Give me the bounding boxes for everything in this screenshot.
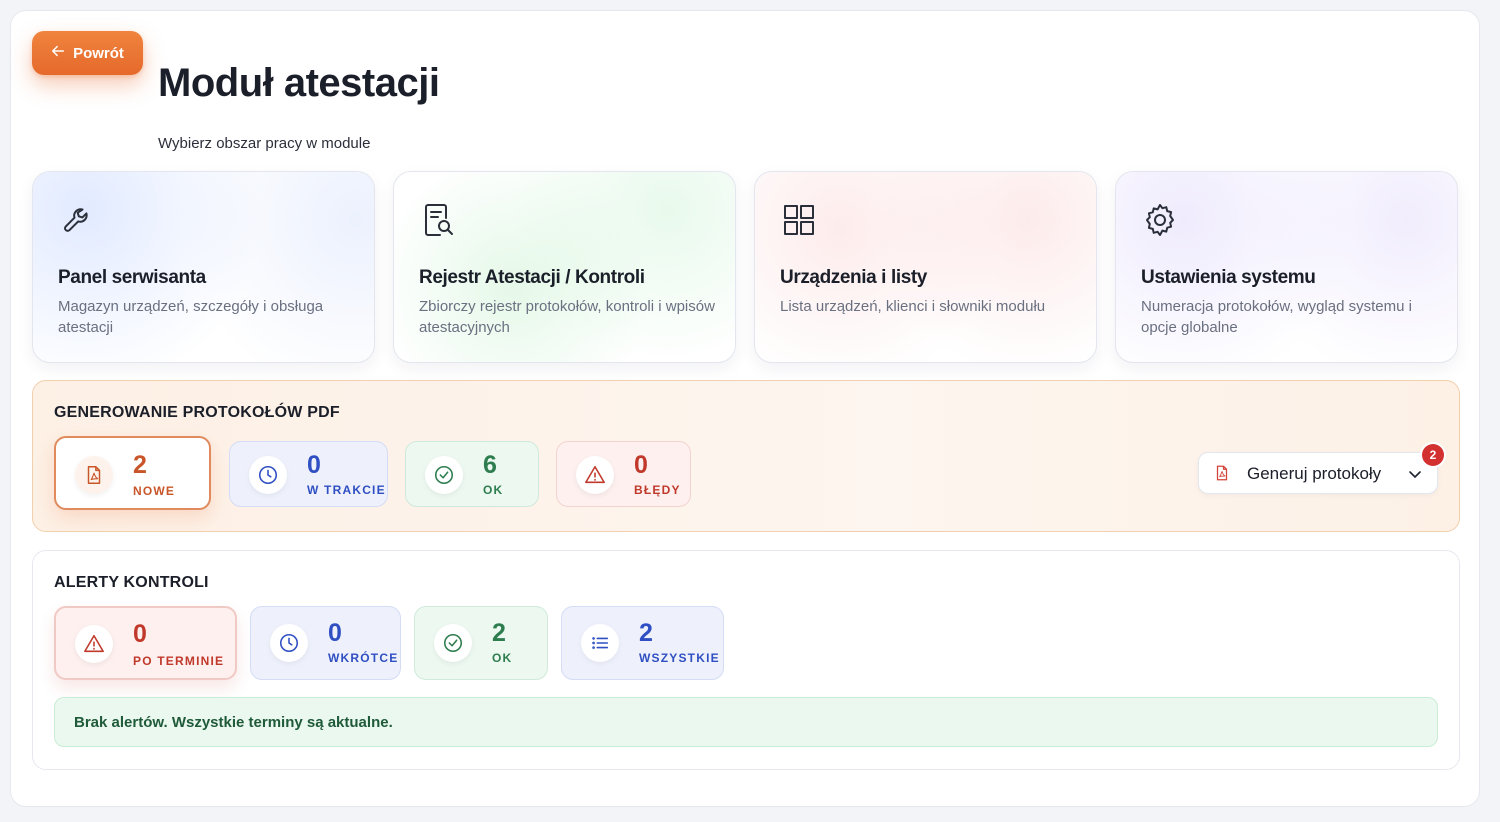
pdf-file-icon	[1213, 464, 1231, 482]
card-title: Urządzenia i listy	[780, 267, 927, 288]
page-title: Moduł atestacji	[158, 61, 440, 105]
stat-label: PO TERMINIE	[133, 654, 225, 668]
card-description: Zbiorczy rejestr protokołów, kontroli i …	[419, 298, 715, 336]
arrow-left-icon	[51, 44, 65, 62]
card-description: Lista urządzeń, klienci i słowniki moduł…	[780, 298, 1046, 315]
stat-label: BŁĘDY	[634, 483, 681, 497]
alerts-section: ALERTY KONTROLI 0 PO TERMINIE 0 WKRÓTCE …	[32, 550, 1460, 770]
list-icon	[581, 624, 619, 662]
stat-label: WSZYSTKIE	[639, 651, 720, 665]
card-description: Magazyn urządzeń, szczegóły i obsługa at…	[58, 298, 324, 336]
stat-wszystkie[interactable]: 2 WSZYSTKIE	[561, 606, 724, 680]
pdf-file-icon	[75, 456, 113, 494]
card-title: Ustawienia systemu	[1141, 267, 1316, 288]
stat-label: OK	[492, 651, 513, 665]
check-circle-icon	[434, 624, 472, 662]
stat-value: 2	[133, 451, 147, 479]
stat-bledy[interactable]: 0 BŁĘDY	[556, 441, 691, 507]
stat-value: 2	[639, 619, 653, 647]
back-button-label: Powrót	[73, 44, 124, 62]
stat-value: 0	[133, 620, 147, 648]
clock-icon	[249, 456, 287, 494]
stat-value: 0	[328, 619, 342, 647]
clock-icon	[270, 624, 308, 662]
module-page: Powrót Moduł atestacji Wybierz obszar pr…	[10, 10, 1480, 807]
card-panel-serwisanta[interactable]: Panel serwisanta Magazyn urządzeń, szcze…	[32, 171, 375, 363]
generate-protocols-label: Generuj protokoły	[1247, 464, 1382, 483]
back-button[interactable]: Powrót	[32, 31, 143, 75]
wrench-icon	[57, 200, 97, 240]
card-title: Panel serwisanta	[58, 267, 206, 288]
stat-label: NOWE	[133, 484, 176, 498]
warning-icon	[75, 625, 113, 663]
generate-count-badge: 2	[1422, 444, 1444, 466]
card-description: Numeracja protokołów, wygląd systemu i o…	[1141, 298, 1412, 336]
card-rejestr-atestacji[interactable]: Rejestr Atestacji / Kontroli Zbiorczy re…	[393, 171, 736, 363]
alerts-section-title: ALERTY KONTROLI	[54, 574, 209, 591]
check-circle-icon	[425, 456, 463, 494]
card-ustawienia-systemu[interactable]: Ustawienia systemu Numeracja protokołów,…	[1115, 171, 1458, 363]
stat-po-terminie[interactable]: 0 PO TERMINIE	[54, 606, 237, 680]
grid-icon	[779, 200, 819, 240]
stat-value: 0	[307, 451, 321, 479]
pdf-generation-section: GENEROWANIE PROTOKOŁÓW PDF 2 NOWE 0 W TR…	[32, 380, 1460, 532]
stat-label: OK	[483, 483, 504, 497]
document-search-icon	[418, 200, 458, 240]
card-title: Rejestr Atestacji / Kontroli	[419, 267, 645, 288]
pdf-section-title: GENEROWANIE PROTOKOŁÓW PDF	[54, 404, 340, 421]
warning-icon	[576, 456, 614, 494]
page-subtitle: Wybierz obszar pracy w module	[158, 135, 371, 152]
gear-icon	[1140, 200, 1180, 240]
stat-label: WKRÓTCE	[328, 651, 399, 665]
stat-ok[interactable]: 6 OK	[405, 441, 539, 507]
stat-label: W TRAKCIE	[307, 483, 386, 497]
stat-value: 2	[492, 619, 506, 647]
card-urzadzenia-i-listy[interactable]: Urządzenia i listy Lista urządzeń, klien…	[754, 171, 1097, 363]
generate-protocols-dropdown[interactable]: Generuj protokoły	[1198, 452, 1438, 494]
stat-value: 0	[634, 451, 648, 479]
stat-value: 6	[483, 451, 497, 479]
stat-w-trakcie[interactable]: 0 W TRAKCIE	[229, 441, 388, 507]
alerts-status-message: Brak alertów. Wszystkie terminy są aktua…	[54, 697, 1438, 747]
stat-wkrotce[interactable]: 0 WKRÓTCE	[250, 606, 401, 680]
chevron-down-icon	[1407, 466, 1423, 482]
module-cards: Panel serwisanta Magazyn urządzeń, szcze…	[32, 171, 1460, 363]
stat-nowe[interactable]: 2 NOWE	[54, 436, 211, 510]
stat-ok[interactable]: 2 OK	[414, 606, 548, 680]
